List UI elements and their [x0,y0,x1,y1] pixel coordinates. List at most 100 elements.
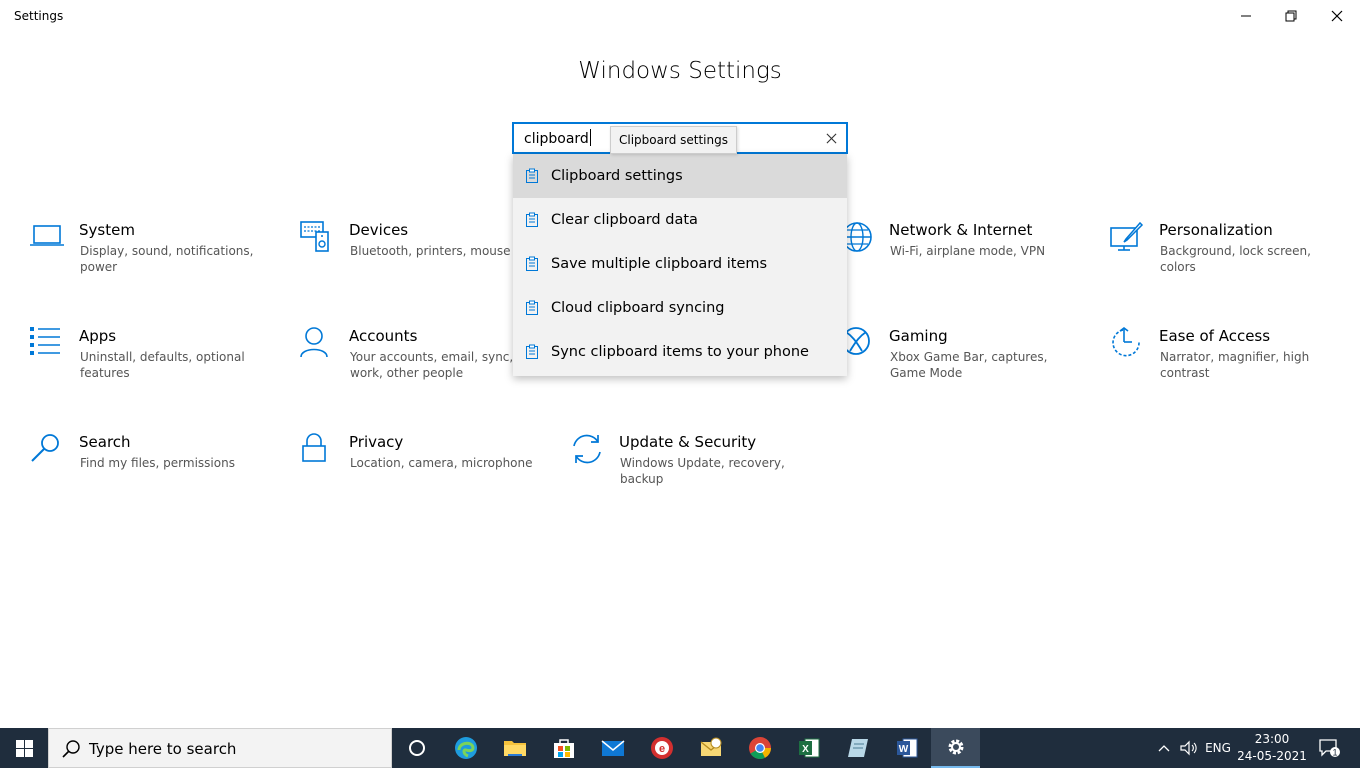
taskbar-search-box[interactable]: Type here to search [48,728,392,768]
suggestion-clear-clipboard-data[interactable]: Clear clipboard data [513,198,847,242]
category-description: Display, sound, notifications, power [80,244,254,274]
close-icon [826,133,836,143]
taskbar-app-chrome[interactable] [735,728,784,768]
category-title: Privacy [349,433,404,451]
suggestion-clipboard-settings[interactable]: Clipboard settings [513,154,847,198]
svg-text:W: W [898,744,908,755]
language-indicator[interactable]: ENG [1202,728,1234,768]
clipboard-icon [523,343,541,361]
chrome-icon [748,737,771,759]
notification-icon: 1 [1319,739,1340,758]
category-system[interactable]: System Display, sound, notifications, po… [30,221,290,301]
category-title: Network & Internet [889,221,1033,239]
clipboard-icon [523,167,541,185]
devices-icon [300,221,334,255]
taskbar-app-antivirus[interactable]: e [637,728,686,768]
speaker-icon [1180,740,1197,756]
category-description: Xbox Game Bar, captures, Game Mode [890,350,1048,380]
category-update-security[interactable]: Update & Security Windows Update, recove… [570,433,830,513]
category-description: Find my files, permissions [80,456,235,470]
minimize-button[interactable] [1223,0,1269,32]
chevron-up-icon [1158,745,1170,752]
suggestion-save-multiple-clipboard-items[interactable]: Save multiple clipboard items [513,242,847,286]
category-search[interactable]: Search Find my files, permissions [30,433,290,513]
category-title: System [79,221,135,239]
category-title: Update & Security [619,433,757,451]
close-button[interactable] [1314,0,1360,32]
restore-button[interactable] [1268,0,1314,32]
taskbar-app-file-explorer[interactable] [490,728,539,768]
search-icon [30,433,64,467]
show-hidden-icons-button[interactable] [1152,728,1176,768]
title-bar: Settings [0,0,1360,32]
apps-icon [30,327,64,361]
category-network-internet[interactable]: Network & Internet Wi-Fi, airplane mode,… [840,221,1100,301]
mail-icon [601,740,624,756]
antivirus-icon: e [650,737,673,759]
windows-logo-icon [15,739,33,757]
category-title: Apps [79,327,117,345]
category-description: Your accounts, email, sync, work, other … [350,350,514,380]
notification-count: 1 [1332,748,1337,758]
suggestion-sync-clipboard-to-phone[interactable]: Sync clipboard items to your phone [513,330,847,374]
category-personalization[interactable]: Personalization Background, lock screen,… [1110,221,1360,301]
minimize-icon [1241,15,1251,17]
category-gaming[interactable]: Gaming Xbox Game Bar, captures, Game Mod… [840,327,1100,407]
category-title: Accounts [349,327,418,345]
gear-icon [948,739,963,755]
taskbar-app-mail[interactable] [588,728,637,768]
clipboard-icon [523,299,541,317]
suggestion-label: Sync clipboard items to your phone [551,344,809,360]
taskbar-app-word[interactable]: W [882,728,931,768]
suggestion-label: Clear clipboard data [551,212,698,228]
folder-icon [503,741,526,756]
clock-time: 23:00 [1254,732,1290,746]
category-title: Ease of Access [1159,327,1271,345]
taskbar-clock[interactable]: 23:00 24-05-2021 [1236,731,1308,765]
action-center-button[interactable]: 1 [1314,728,1344,768]
envelope-clock-icon [700,737,721,756]
clear-search-button[interactable] [822,129,840,147]
restore-icon [1285,10,1297,22]
taskbar-app-edge[interactable] [441,728,490,768]
taskbar-app-outlook-express[interactable] [686,728,735,768]
suggestion-cloud-clipboard-syncing[interactable]: Cloud clipboard syncing [513,286,847,330]
task-view-button[interactable] [392,728,441,768]
volume-button[interactable] [1178,728,1200,768]
window-title: Settings [14,9,64,23]
suggestion-tooltip: Clipboard settings [610,126,737,154]
laptop-icon [30,221,64,255]
taskbar: Type here to search e X W ENG 23:00 24-0… [0,728,1360,768]
personalization-icon [1110,221,1144,255]
category-description: Wi-Fi, airplane mode, VPN [890,244,1046,258]
page-title: Windows Settings [578,58,782,84]
cortana-circle-icon [408,740,425,756]
close-icon [1331,10,1343,22]
category-description: Uninstall, defaults, optional features [80,350,245,380]
clock-date: 24-05-2021 [1237,749,1307,763]
notepad-icon [847,739,868,757]
category-privacy[interactable]: Privacy Location, camera, microphone [300,433,560,513]
category-title: Search [79,433,131,451]
category-description: Windows Update, recovery, backup [620,456,785,486]
category-description: Location, camera, microphone [350,456,533,470]
taskbar-app-excel[interactable]: X [784,728,833,768]
edge-icon [454,737,477,759]
category-apps[interactable]: Apps Uninstall, defaults, optional featu… [30,327,290,407]
taskbar-app-notes[interactable] [833,728,882,768]
category-title: Devices [349,221,409,239]
store-bag-icon [553,739,574,758]
taskbar-search-placeholder: Type here to search [89,740,237,758]
lock-icon [300,433,334,467]
suggestion-label: Cloud clipboard syncing [551,300,725,316]
category-title: Personalization [1159,221,1273,239]
category-description: Bluetooth, printers, mouse [350,244,511,258]
svg-text:X: X [802,744,809,755]
taskbar-app-settings[interactable] [931,728,980,768]
start-button[interactable] [0,728,48,768]
category-ease-of-access[interactable]: Ease of Access Narrator, magnifier, high… [1110,327,1360,407]
word-icon: W [896,738,917,758]
category-title: Gaming [889,327,948,345]
taskbar-app-store[interactable] [539,728,588,768]
excel-icon: X [798,738,819,758]
